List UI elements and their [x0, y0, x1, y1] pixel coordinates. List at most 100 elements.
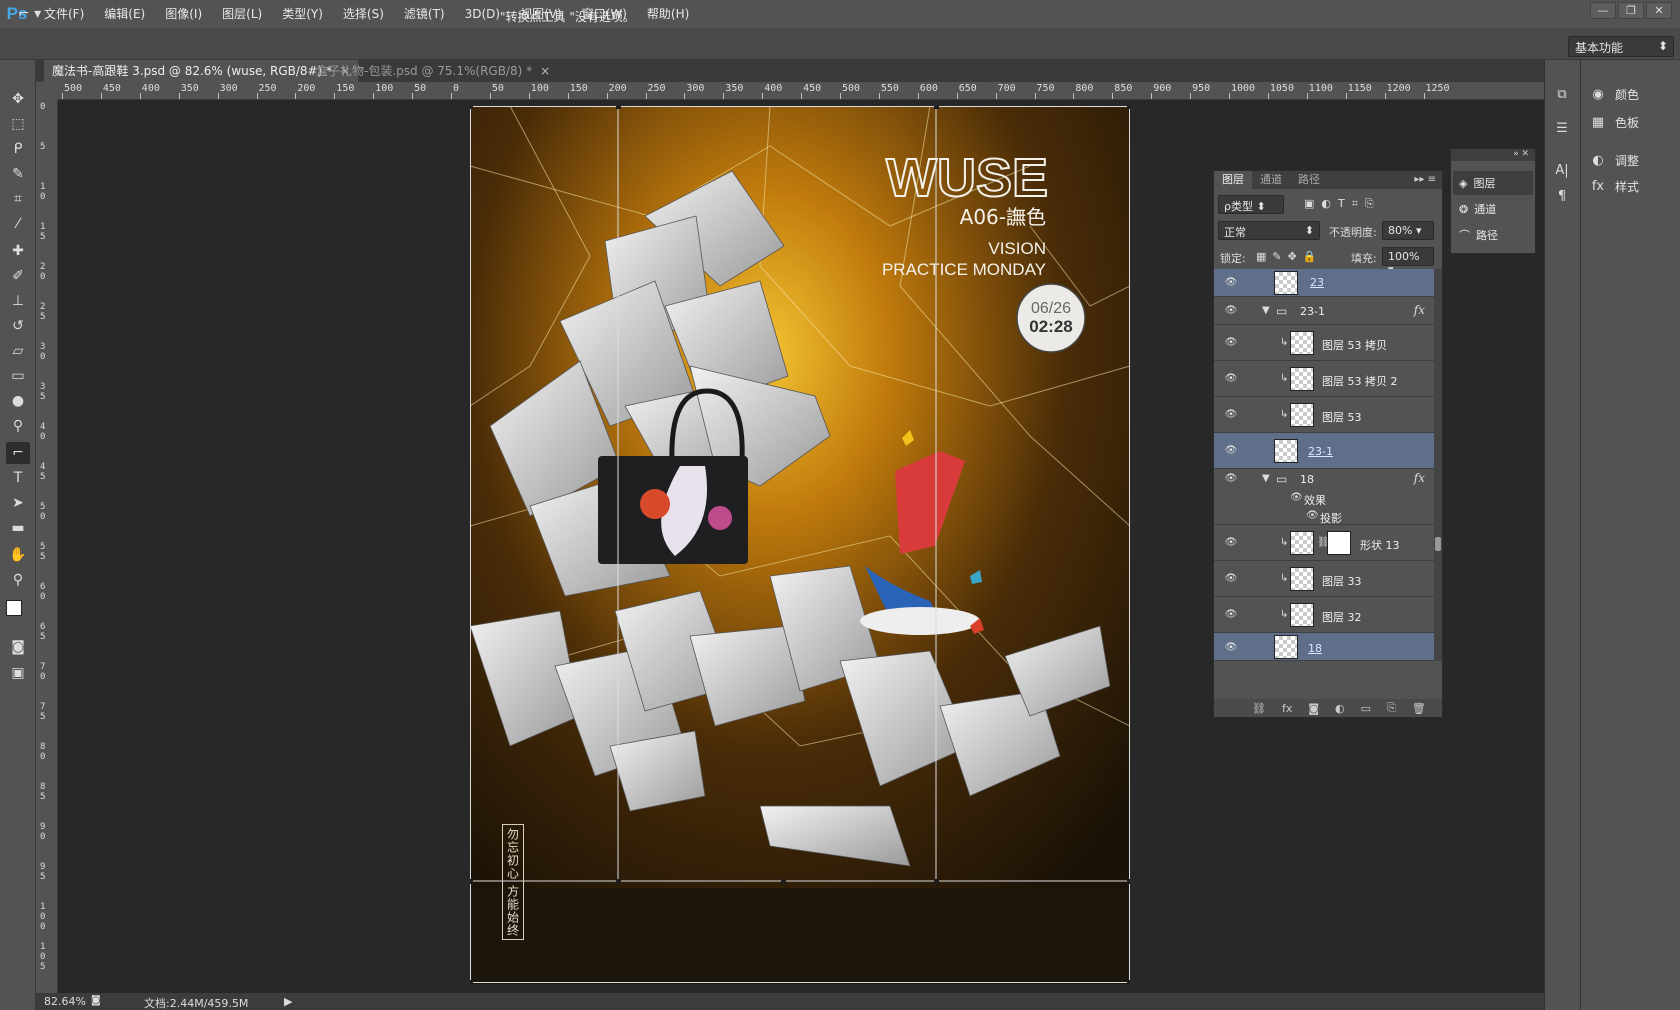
gradient-tool-icon[interactable]: ▭ — [6, 365, 30, 387]
ruler-origin[interactable] — [36, 82, 58, 100]
menu-select[interactable]: 选择(S) — [333, 0, 394, 28]
menu-image[interactable]: 图像(I) — [155, 0, 212, 28]
eye-icon[interactable]: 👁 — [1224, 409, 1238, 421]
rectangle-tool-icon[interactable]: ▬ — [6, 517, 30, 539]
blend-mode-select[interactable]: 正常 ⬍ — [1218, 221, 1320, 240]
fx-icon[interactable]: fx — [1414, 303, 1425, 317]
menu-help[interactable]: 帮助(H) — [637, 0, 699, 28]
eye-icon[interactable]: 👁 — [1224, 337, 1238, 349]
stamp-tool-icon[interactable]: ⊥ — [6, 290, 30, 312]
quick-mask-icon[interactable]: ◙ — [6, 636, 30, 658]
eye-icon[interactable]: 👁 — [1224, 473, 1238, 485]
screen-mode-icon[interactable]: ▣ — [6, 662, 30, 684]
hand-tool-icon[interactable]: ✋ — [6, 544, 30, 566]
layer-group-row[interactable]: 👁 ▼ ▭ 18 fx — [1214, 469, 1435, 489]
layer-row[interactable]: 👁 ↳ 图层 53 拷贝 2 — [1214, 361, 1435, 397]
panel-menu-icon[interactable]: ▸▸ ≡ — [1414, 171, 1442, 189]
layer-group-row[interactable]: 👁 ▼ ▭ 23-1 fx — [1214, 297, 1435, 325]
lock-icons[interactable]: ▦✎✥🔒 — [1256, 250, 1323, 263]
eraser-tool-icon[interactable]: ▱ — [6, 340, 30, 362]
fx-icon[interactable]: fx — [1282, 702, 1292, 715]
character-panel-icon[interactable]: A| — [1553, 158, 1571, 182]
layer-filter-select[interactable]: ρ类型 ⬍ — [1218, 195, 1284, 214]
move-tool-icon[interactable]: ✥ — [6, 88, 30, 110]
zoom-level[interactable]: 82.64% — [44, 995, 86, 1008]
scrollbar-thumb[interactable] — [1435, 537, 1441, 551]
close-icon[interactable]: ✕ — [1646, 2, 1672, 19]
path-select-tool-icon[interactable]: ➤ — [6, 492, 30, 514]
new-group-icon[interactable]: ▭ — [1361, 702, 1371, 715]
adjustments-panel-button[interactable]: ◐ 调整 — [1589, 148, 1639, 172]
eye-icon[interactable]: 👁 — [1224, 277, 1238, 289]
menu-type[interactable]: 类型(Y) — [272, 0, 333, 28]
layers-scrollbar[interactable] — [1434, 269, 1442, 661]
layer-row[interactable]: 👁 ↳ 图层 33 — [1214, 561, 1435, 597]
eye-icon[interactable]: 👁 — [1224, 445, 1238, 457]
effects-row[interactable]: 👁 效果 — [1214, 489, 1435, 507]
healing-tool-icon[interactable]: ✚ — [6, 240, 30, 262]
layer-row[interactable]: 👁 ↳ 图层 53 — [1214, 397, 1435, 433]
type-tool-icon[interactable]: T — [6, 467, 30, 489]
foreground-color-swatch[interactable] — [6, 600, 22, 616]
layer-row[interactable]: 👁 23 — [1214, 269, 1435, 297]
workspace-select[interactable]: 基本功能 ⬍ — [1568, 36, 1674, 57]
swatches-panel-button[interactable]: ▦ 色板 — [1589, 110, 1639, 134]
layer-row[interactable]: 👁 18 — [1214, 633, 1435, 661]
document-canvas[interactable]: WUSE A06-譕色 VISION PRACTICE MONDAY 06/26… — [470, 106, 1130, 984]
tool-preset-picker[interactable]: ⌐ ▾ — [18, 6, 58, 26]
menu-edit[interactable]: 编辑(E) — [94, 0, 155, 28]
layer-row[interactable]: 👁 ↳ 图层 53 拷贝 — [1214, 325, 1435, 361]
convert-point-tool-icon[interactable]: ⌐ — [6, 442, 30, 464]
add-mask-icon[interactable]: ◙ — [1308, 702, 1319, 715]
marquee-tool-icon[interactable]: ⬚ — [6, 113, 30, 135]
quick-select-tool-icon[interactable]: ✎ — [6, 163, 30, 185]
tab-document-2[interactable]: 盒子礼物-包装.psd @ 75.1%(RGB/8) * × — [308, 60, 558, 82]
new-layer-icon[interactable]: ⎘ — [1387, 701, 1396, 715]
opacity-input[interactable]: 80% ▾ — [1382, 221, 1434, 240]
eyedropper-tool-icon[interactable]: ⁄ — [6, 213, 30, 235]
effect-drop-shadow-row[interactable]: 👁 投影 — [1214, 507, 1435, 525]
properties-panel-icon[interactable]: ☰ — [1553, 116, 1571, 140]
chevron-down-icon[interactable]: ▼ — [1262, 473, 1270, 484]
eye-icon[interactable]: 👁 — [1290, 492, 1303, 503]
styles-panel-button[interactable]: fx 样式 — [1589, 174, 1639, 198]
eye-icon[interactable]: 👁 — [1224, 537, 1238, 549]
eye-icon[interactable]: 👁 — [1224, 373, 1238, 385]
eye-icon[interactable]: 👁 — [1306, 510, 1319, 521]
close-icon[interactable]: × — [540, 64, 550, 78]
lasso-tool-icon[interactable]: ᑭ — [6, 138, 30, 160]
brush-tool-icon[interactable]: ✐ — [6, 265, 30, 287]
link-layers-icon[interactable]: ⛓ — [1252, 702, 1266, 715]
filter-type-icons[interactable]: ▣◐T⌗⎘ — [1304, 197, 1381, 211]
menu-layer[interactable]: 图层(L) — [212, 0, 272, 28]
color-panel-button[interactable]: ◉ 颜色 — [1589, 82, 1639, 106]
eye-icon[interactable]: 👁 — [1224, 573, 1238, 585]
crop-tool-icon[interactable]: ⌗ — [6, 188, 30, 210]
adjustment-layer-icon[interactable]: ◐ — [1335, 702, 1345, 715]
mini-channels-button[interactable]: ❂ 通道 — [1453, 197, 1533, 221]
tab-paths[interactable]: 路径 — [1290, 171, 1328, 189]
panel-collapse-icon[interactable]: » ✕ — [1451, 149, 1535, 161]
history-brush-tool-icon[interactable]: ↺ — [6, 315, 30, 337]
blur-tool-icon[interactable]: ● — [6, 390, 30, 412]
eye-icon[interactable]: 👁 — [1224, 305, 1238, 317]
vertical-ruler[interactable]: 0 5 1 0 1 5 2 0 2 5 3 0 3 5 4 0 4 5 5 0 5 5 6 0 6 5 7 … — [36, 100, 58, 1000]
horizontal-ruler[interactable]: 500 450 400 350 300 250 200 150 100 50 0 50 100 150 20… — [58, 82, 1544, 100]
zoom-tool-icon[interactable]: ⚲ — [6, 569, 30, 591]
minimize-icon[interactable]: — — [1590, 2, 1616, 19]
eye-icon[interactable]: 👁 — [1224, 642, 1238, 654]
mini-layers-button[interactable]: ◈ 图层 — [1453, 171, 1533, 195]
paragraph-panel-icon[interactable]: ¶ — [1553, 184, 1571, 208]
status-menu-arrow-icon[interactable]: ▶ — [284, 995, 292, 1008]
layer-row[interactable]: 👁 ↳ 图层 32 — [1214, 597, 1435, 633]
menu-filter[interactable]: 滤镜(T) — [394, 0, 455, 28]
fill-input[interactable]: 100% ▾ — [1382, 247, 1434, 276]
layer-row[interactable]: 👁 23-1 — [1214, 433, 1435, 469]
fx-icon[interactable]: fx — [1414, 471, 1425, 485]
eye-icon[interactable]: 👁 — [1224, 609, 1238, 621]
chevron-down-icon[interactable]: ▼ — [1262, 305, 1270, 316]
tab-channels[interactable]: 通道 — [1252, 171, 1290, 189]
restore-icon[interactable]: ❐ — [1618, 2, 1644, 19]
mini-paths-button[interactable]: ⌒ 路径 — [1453, 223, 1533, 247]
tab-layers[interactable]: 图层 — [1214, 171, 1252, 189]
